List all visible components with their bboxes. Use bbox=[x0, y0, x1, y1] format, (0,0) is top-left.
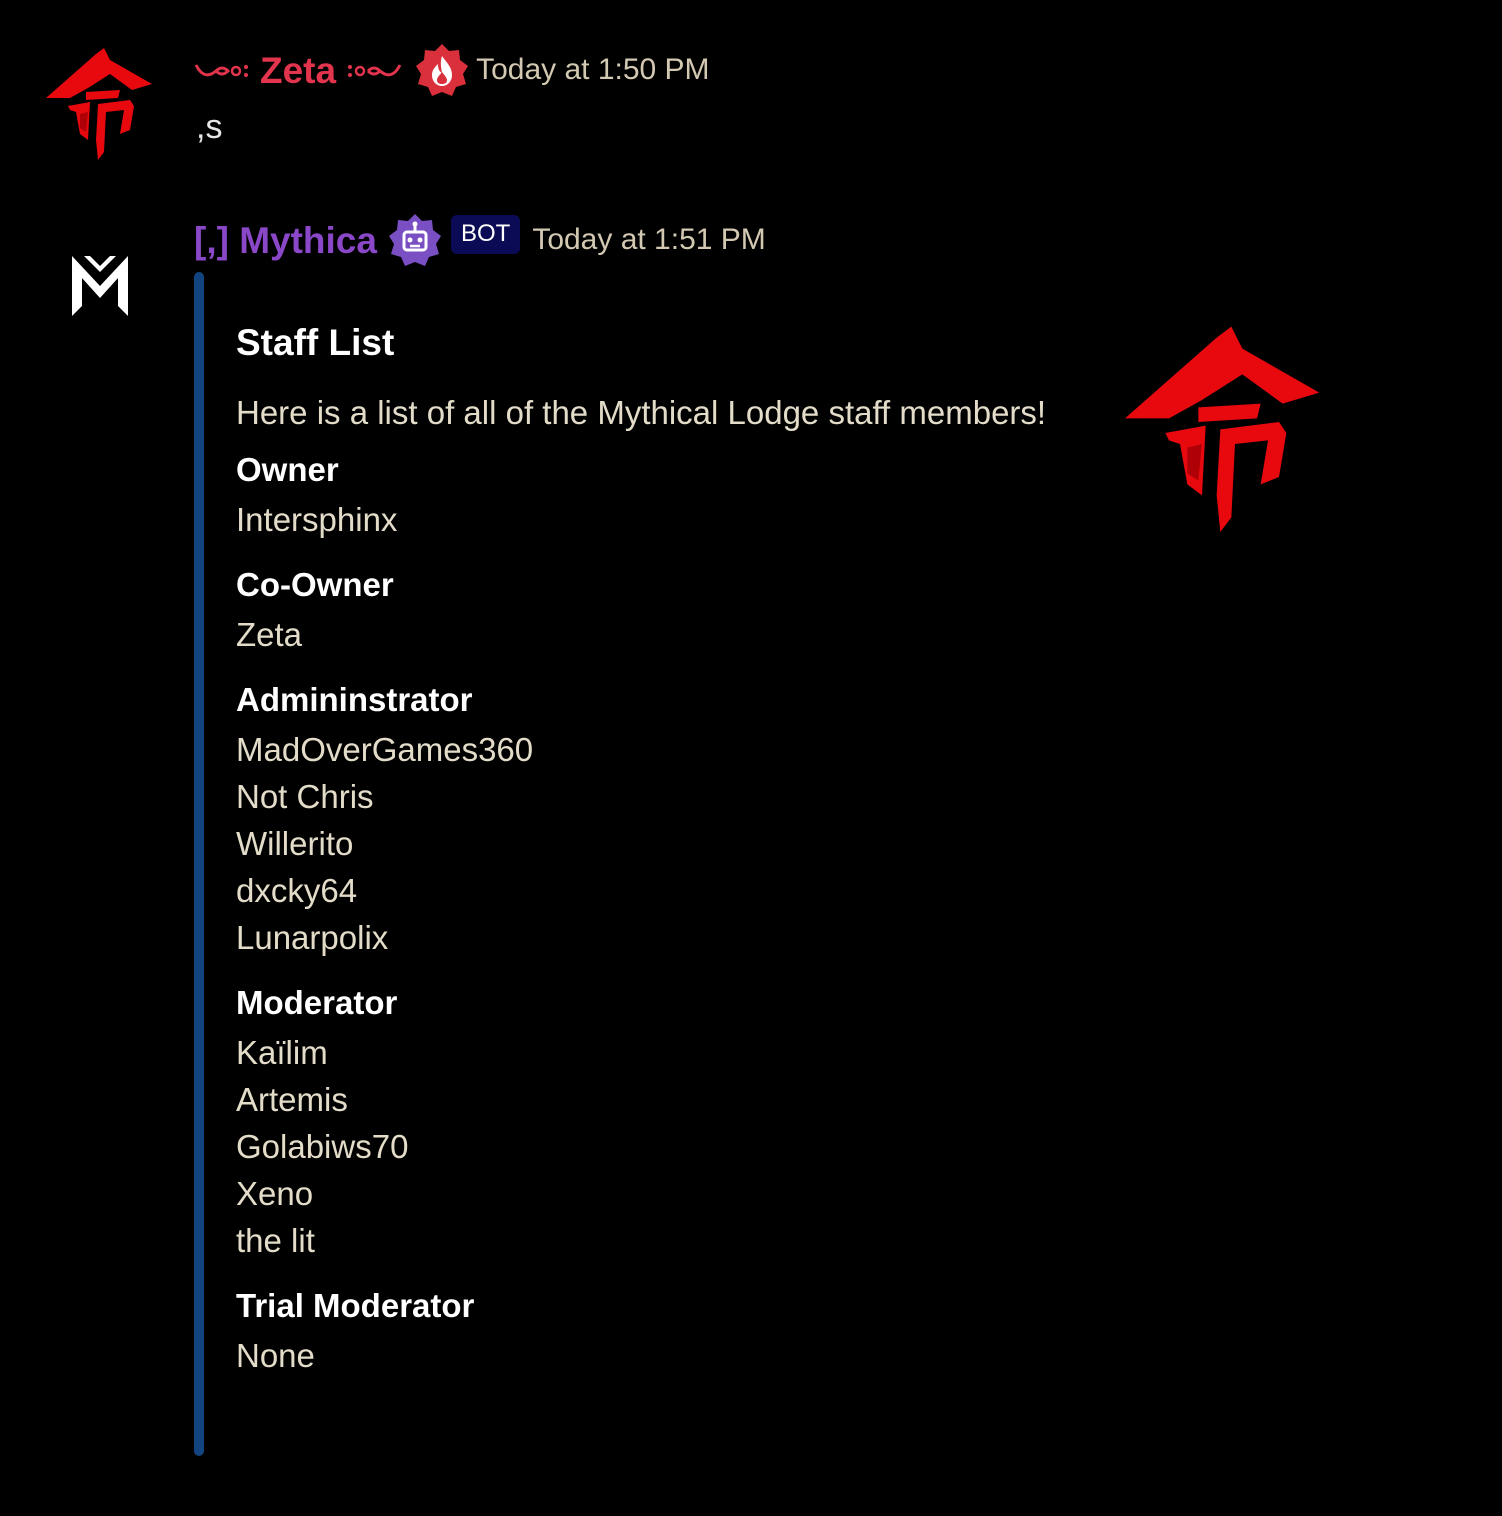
field-value: the lit bbox=[236, 1222, 315, 1259]
message-header: Zeta Today at 1:50 PM bbox=[194, 40, 710, 100]
field-value: Intersphinx bbox=[236, 501, 398, 538]
field-value: Zeta bbox=[236, 616, 303, 653]
mythica-m-logo-icon bbox=[72, 256, 128, 316]
field-value: None bbox=[236, 1337, 315, 1374]
embed-thumbnail[interactable] bbox=[1114, 312, 1334, 532]
username[interactable]: [,] Mythica bbox=[194, 222, 377, 259]
timestamp[interactable]: Today at 1:51 PM bbox=[532, 225, 765, 255]
left-flourish-icon bbox=[194, 64, 248, 77]
embed-accent-bar bbox=[194, 272, 204, 1456]
field-value: Lunarpolix bbox=[236, 919, 389, 956]
right-flourish-icon bbox=[348, 64, 402, 77]
field-value: dxcky64 bbox=[236, 872, 358, 909]
fire-badge-icon[interactable] bbox=[414, 42, 470, 98]
embed-field-administrator: Admininstrator MadOverGames360 Not Chris… bbox=[236, 678, 1096, 961]
field-value: Not Chris bbox=[236, 778, 374, 815]
username[interactable]: Zeta bbox=[260, 52, 336, 89]
field-value: MadOverGames360 bbox=[236, 731, 534, 768]
field-value: Artemis bbox=[236, 1081, 348, 1118]
embed-field-moderator: Moderator Kaïlim Artemis Golabiws70 Xeno… bbox=[236, 981, 1096, 1264]
field-name: Admininstrator bbox=[236, 681, 473, 718]
embed-title: Staff List bbox=[236, 322, 395, 363]
field-value: Xeno bbox=[236, 1175, 314, 1212]
field-value: Kaïlim bbox=[236, 1034, 328, 1071]
field-name: Moderator bbox=[236, 984, 398, 1021]
field-name: Owner bbox=[236, 451, 339, 488]
avatar[interactable] bbox=[40, 220, 160, 340]
message-mythica: [,] Mythica BOT Today at 1:51 PM Staff L… bbox=[0, 200, 1502, 1480]
embed-field-owner: Owner Intersphinx bbox=[236, 448, 1096, 543]
message-header: [,] Mythica BOT Today at 1:51 PM bbox=[194, 212, 766, 268]
field-value: Golabiws70 bbox=[236, 1128, 409, 1165]
field-name: Co-Owner bbox=[236, 566, 394, 603]
field-name: Trial Moderator bbox=[236, 1287, 475, 1324]
message-zeta: Zeta Today at 1:50 PM ,s bbox=[0, 30, 1502, 180]
bot-tag-badge: BOT bbox=[450, 214, 521, 254]
message-content: ,s bbox=[196, 108, 223, 146]
timestamp[interactable]: Today at 1:50 PM bbox=[476, 55, 709, 85]
embed: Staff List Here is a list of all of the … bbox=[194, 272, 1464, 1456]
red-kanji-icon bbox=[46, 48, 152, 160]
field-value: Willerito bbox=[236, 825, 354, 862]
embed-field-co-owner: Co-Owner Zeta bbox=[236, 563, 1096, 658]
red-kanji-icon bbox=[1125, 326, 1320, 532]
robot-badge-icon[interactable] bbox=[387, 212, 443, 268]
embed-body: Staff List Here is a list of all of the … bbox=[236, 320, 1096, 1399]
embed-description: Here is a list of all of the Mythical Lo… bbox=[236, 394, 1047, 431]
avatar[interactable] bbox=[40, 40, 160, 160]
embed-field-trial-moderator: Trial Moderator None bbox=[236, 1284, 1096, 1379]
